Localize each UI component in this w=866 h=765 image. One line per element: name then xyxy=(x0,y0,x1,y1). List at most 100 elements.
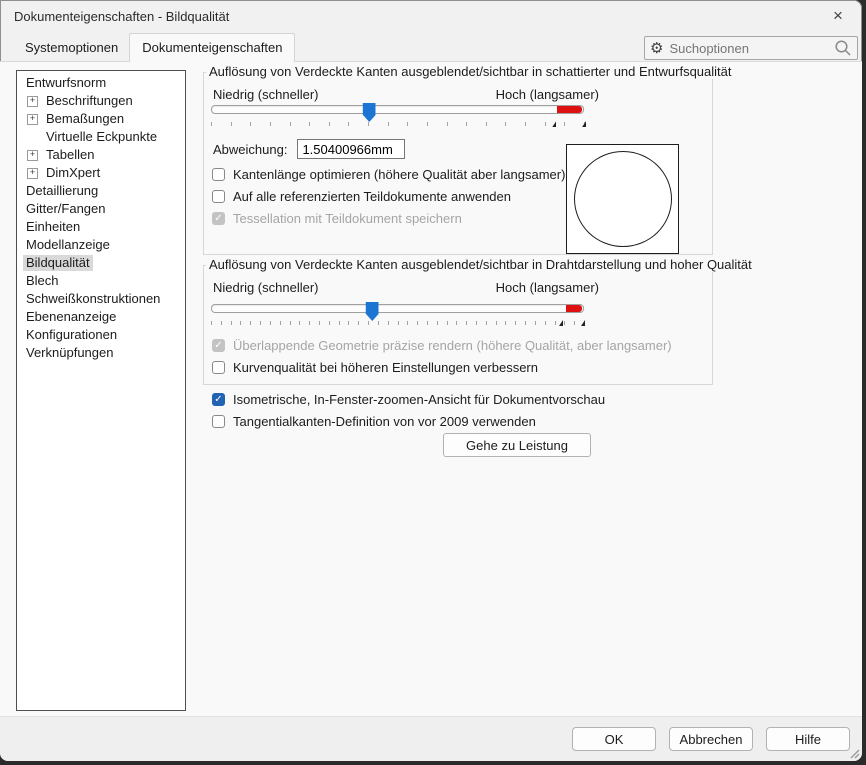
slider-tick xyxy=(525,122,526,126)
slider-tick xyxy=(250,122,251,126)
expand-icon[interactable]: + xyxy=(27,168,38,179)
checkbox[interactable] xyxy=(212,415,225,428)
gear-icon[interactable]: ⚙ xyxy=(650,41,663,56)
close-icon[interactable]: × xyxy=(824,3,852,29)
tree-item[interactable]: Schweißkonstruktionen xyxy=(17,290,185,308)
slider-tick xyxy=(564,321,565,325)
slider-track[interactable] xyxy=(211,304,584,313)
slider-tick xyxy=(348,321,349,325)
tree-item[interactable]: Gitter/Fangen xyxy=(17,200,185,218)
tree-item-label[interactable]: DimXpert xyxy=(43,165,103,181)
shaded-resolution-slider[interactable] xyxy=(211,105,584,131)
cancel-button[interactable]: Abbrechen xyxy=(669,727,753,751)
tree-item-label[interactable]: Konfigurationen xyxy=(23,327,120,343)
preview-circle xyxy=(574,151,672,247)
group-legend: Auflösung von Verdeckte Kanten ausgeblen… xyxy=(206,64,735,79)
wireframe-resolution-slider[interactable] xyxy=(211,304,584,330)
tree-item-label[interactable]: Einheiten xyxy=(23,219,83,235)
tree-item-label[interactable]: Ebenenanzeige xyxy=(23,309,119,325)
checkbox-row[interactable]: ✓ Tessellation mit Teildokument speichern xyxy=(212,207,565,229)
checkbox[interactable] xyxy=(212,361,225,374)
tree-item-label[interactable]: Entwurfsnorm xyxy=(23,75,109,91)
slider-tick xyxy=(358,321,359,325)
tree-item[interactable]: Blech xyxy=(17,272,185,290)
tree-item[interactable]: + DimXpert xyxy=(17,164,185,182)
tree-item[interactable]: Bildqualität xyxy=(17,254,185,272)
tree-item-label[interactable]: Gitter/Fangen xyxy=(23,201,109,217)
shaded-quality-group: Auflösung von Verdeckte Kanten ausgeblen… xyxy=(203,72,713,255)
expand-icon[interactable]: + xyxy=(27,96,38,107)
tree-item[interactable]: Entwurfsnorm xyxy=(17,74,185,92)
slider-tick xyxy=(329,122,330,126)
checkbox-row[interactable]: Kurvenqualität bei höheren Einstellungen… xyxy=(212,356,672,378)
slider-tick xyxy=(574,321,575,325)
tree-item-label[interactable]: Schweißkonstruktionen xyxy=(23,291,163,307)
tree-item[interactable]: Ebenenanzeige xyxy=(17,308,185,326)
checkbox[interactable]: ✓ xyxy=(212,339,225,352)
image-quality-panel: Auflösung von Verdeckte Kanten ausgeblen… xyxy=(203,62,713,717)
slider-tick xyxy=(456,321,457,325)
slider-tick xyxy=(388,122,389,126)
checkbox-row[interactable]: Kantenlänge optimieren (höhere Qualität … xyxy=(212,163,565,185)
tree-item[interactable]: Verknüpfungen xyxy=(17,344,185,362)
checkbox[interactable] xyxy=(212,190,225,203)
slider-tick xyxy=(447,122,448,126)
slider-track[interactable] xyxy=(211,105,584,114)
checkbox-row[interactable]: ✓ Isometrische, In-Fenster-zoomen-Ansicht… xyxy=(212,388,605,410)
slider-tick xyxy=(525,321,526,325)
deviation-input[interactable] xyxy=(297,139,405,159)
tree-item-label[interactable]: Verknüpfungen xyxy=(23,345,116,361)
checkbox-row[interactable]: Auf alle referenzierten Teildokumente an… xyxy=(212,185,565,207)
slider-red-zone xyxy=(557,106,581,113)
slider-tick xyxy=(309,122,310,126)
checkbox-row[interactable]: ✓ Überlappende Geometrie präzise rendern … xyxy=(212,334,672,356)
settings-tree: Entwurfsnorm + Beschriftungen + Bemaßungen Vi… xyxy=(16,70,186,711)
group-legend: Auflösung von Verdeckte Kanten ausgeblen… xyxy=(206,257,755,272)
tree-item-label[interactable]: Tabellen xyxy=(43,147,97,163)
extra-checkboxes: ✓ Isometrische, In-Fenster-zoomen-Ansicht… xyxy=(212,388,605,432)
resize-grip[interactable] xyxy=(848,747,860,759)
tree-item[interactable]: Detaillierung xyxy=(17,182,185,200)
checkbox-label: Tessellation mit Teildokument speichern xyxy=(233,211,462,226)
slider-high-label: Hoch (langsamer) xyxy=(496,280,599,295)
tab-dokumenteigenschaften[interactable]: Dokumenteigenschaften xyxy=(129,33,295,62)
checkbox-label: Tangentialkanten-Definition von vor 2009… xyxy=(233,414,536,429)
checkbox-label: Überlappende Geometrie präzise rendern (… xyxy=(233,338,672,353)
tree-item-label[interactable]: Modellanzeige xyxy=(23,237,113,253)
tree-item-label[interactable]: Virtuelle Eckpunkte xyxy=(43,129,160,145)
tree-item-label[interactable]: Detaillierung xyxy=(23,183,101,199)
ok-button[interactable]: OK xyxy=(572,727,656,751)
tree-item-label[interactable]: Bildqualität xyxy=(23,255,93,271)
search-options-box[interactable]: ⚙ xyxy=(644,36,858,60)
checkbox-label: Isometrische, In-Fenster-zoomen-Ansicht … xyxy=(233,392,605,407)
tree-item[interactable]: Virtuelle Eckpunkte xyxy=(17,128,185,146)
slider-tick xyxy=(339,321,340,325)
tree-item-label[interactable]: Beschriftungen xyxy=(43,93,136,109)
tree-item[interactable]: + Bemaßungen xyxy=(17,110,185,128)
slider-red-zone xyxy=(566,305,581,312)
tree-item[interactable]: Konfigurationen xyxy=(17,326,185,344)
tab-systemoptionen[interactable]: Systemoptionen xyxy=(14,35,129,61)
slider-tick xyxy=(231,122,232,126)
tree-item-label[interactable]: Blech xyxy=(23,273,62,289)
wireframe-checkboxes: ✓ Überlappende Geometrie präzise rendern … xyxy=(212,334,672,378)
slider-tick xyxy=(280,321,281,325)
tree-item[interactable]: + Tabellen xyxy=(17,146,185,164)
tree-item-label[interactable]: Bemaßungen xyxy=(43,111,127,127)
slider-tick xyxy=(290,122,291,126)
checkbox[interactable]: ✓ xyxy=(212,212,225,225)
tree-item[interactable]: Modellanzeige xyxy=(17,236,185,254)
tree-item[interactable]: Einheiten xyxy=(17,218,185,236)
help-button[interactable]: Hilfe xyxy=(766,727,850,751)
expand-icon[interactable]: + xyxy=(27,114,38,125)
search-icon[interactable] xyxy=(834,39,852,57)
expand-icon[interactable]: + xyxy=(27,150,38,161)
go-to-performance-button[interactable]: Gehe zu Leistung xyxy=(443,433,591,457)
slider-high-label: Hoch (langsamer) xyxy=(496,87,599,102)
checkbox[interactable]: ✓ xyxy=(212,393,225,406)
checkbox[interactable] xyxy=(212,168,225,181)
search-input[interactable] xyxy=(669,41,828,56)
checkbox-row[interactable]: Tangentialkanten-Definition von vor 2009… xyxy=(212,410,605,432)
tab-page: Entwurfsnorm + Beschriftungen + Bemaßungen Vi… xyxy=(0,62,862,717)
tree-item[interactable]: + Beschriftungen xyxy=(17,92,185,110)
